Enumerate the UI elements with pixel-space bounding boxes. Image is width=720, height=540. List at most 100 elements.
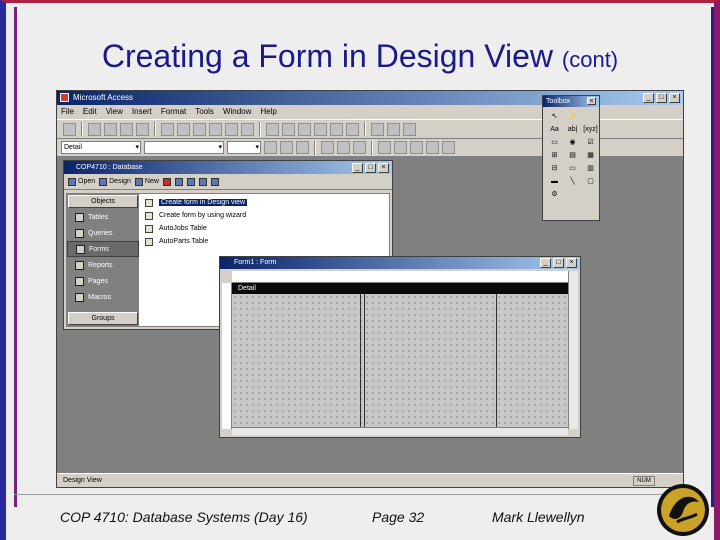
properties-icon[interactable] [330, 122, 343, 136]
list-box-icon[interactable]: ▤ [565, 150, 580, 161]
list-item-label: Create form in Design view [159, 199, 248, 206]
detail-section-label: Detail [238, 285, 256, 292]
save-icon[interactable] [88, 122, 101, 136]
toggle-button-icon[interactable]: ▭ [547, 137, 562, 148]
objects-bar: Objects Tables Queries Forms Reports Pag… [67, 194, 139, 326]
build-icon[interactable] [346, 122, 359, 136]
unbound-object-icon[interactable]: ▭ [565, 163, 580, 174]
menu-view[interactable]: View [106, 105, 123, 119]
more-controls-icon[interactable]: ⚙ [547, 189, 562, 200]
new-object-icon[interactable] [387, 122, 400, 136]
close-button[interactable]: × [566, 258, 577, 268]
select-objects-icon[interactable]: ↖ [547, 111, 562, 122]
list-item[interactable]: AutoParts Table [143, 235, 387, 248]
small-icons-button[interactable] [186, 177, 195, 186]
align-center-icon[interactable] [337, 141, 350, 154]
minimize-button[interactable]: _ [540, 258, 551, 268]
command-button-icon[interactable]: ▦ [583, 150, 598, 161]
objects-item-tables[interactable]: Tables [67, 209, 139, 225]
objects-item-queries[interactable]: Queries [67, 225, 139, 241]
detail-section-bar[interactable]: Detail [232, 283, 568, 294]
insert-hyperlink-icon[interactable] [241, 122, 254, 136]
maximize-button[interactable]: □ [365, 163, 376, 173]
objects-header[interactable]: Objects [68, 195, 138, 208]
maximize-button[interactable]: □ [553, 258, 564, 268]
close-button[interactable]: × [587, 97, 596, 105]
page-break-icon[interactable]: ▬ [547, 176, 562, 187]
print-preview-icon[interactable] [120, 122, 133, 136]
menu-tools[interactable]: Tools [195, 105, 214, 119]
object-combo[interactable]: Detail [61, 141, 141, 154]
database-window-icon[interactable] [371, 122, 384, 136]
objects-item-macros[interactable]: Macros [67, 289, 139, 305]
form-design-grid[interactable] [232, 294, 568, 429]
list-item[interactable]: Create form in Design view [143, 196, 387, 209]
line-icon[interactable]: ╲ [565, 176, 580, 187]
print-icon[interactable] [104, 122, 117, 136]
line-color-icon[interactable] [410, 141, 423, 154]
autoformat-icon[interactable] [298, 122, 311, 136]
toolbar-separator [154, 122, 156, 136]
line-width-icon[interactable] [426, 141, 439, 154]
help-icon[interactable] [403, 122, 416, 136]
maximize-button[interactable]: □ [656, 93, 667, 103]
objects-item-pages[interactable]: Pages [67, 273, 139, 289]
copy-icon[interactable] [177, 122, 190, 136]
menu-file[interactable]: File [61, 105, 74, 119]
option-button-icon[interactable]: ◉ [565, 137, 580, 148]
paste-icon[interactable] [193, 122, 206, 136]
menu-window[interactable]: Window [223, 105, 251, 119]
details-button[interactable] [210, 177, 219, 186]
menu-help[interactable]: Help [260, 105, 276, 119]
label-icon[interactable]: Aa [547, 124, 562, 135]
list-item[interactable]: Create form by using wizard [143, 209, 387, 222]
groups-button[interactable]: Groups [68, 312, 138, 325]
menu-format[interactable]: Format [161, 105, 186, 119]
fill-color-icon[interactable] [378, 141, 391, 154]
format-painter-icon[interactable] [209, 122, 222, 136]
form-window-title: Form1 : Form [234, 259, 277, 266]
image-icon[interactable]: ⊟ [547, 163, 562, 174]
list-item[interactable]: AutoJobs Table [143, 222, 387, 235]
align-left-icon[interactable] [321, 141, 334, 154]
menu-insert[interactable]: Insert [132, 105, 152, 119]
horizontal-scrollbar[interactable] [232, 427, 568, 435]
toolbar-separator [259, 122, 261, 136]
special-effect-icon[interactable] [442, 141, 455, 154]
control-wizards-icon[interactable]: ⚡ [565, 111, 580, 122]
option-group-icon[interactable]: [xyz] [583, 124, 598, 135]
list-button[interactable] [198, 177, 207, 186]
check-box-icon[interactable]: ☑ [583, 137, 598, 148]
undo-icon[interactable] [225, 122, 238, 136]
field-list-icon[interactable] [266, 122, 279, 136]
delete-button[interactable] [162, 177, 171, 186]
minimize-button[interactable]: _ [643, 93, 654, 103]
font-size-combo[interactable] [227, 141, 261, 154]
bold-icon[interactable] [264, 141, 277, 154]
combo-box-icon[interactable]: ⊞ [547, 150, 562, 161]
font-name-combo[interactable] [144, 141, 224, 154]
underline-icon[interactable] [296, 141, 309, 154]
text-box-icon[interactable]: ab| [565, 124, 580, 135]
spelling-icon[interactable] [136, 122, 149, 136]
close-button[interactable]: × [669, 93, 680, 103]
minimize-button[interactable]: _ [352, 163, 363, 173]
font-color-icon[interactable] [394, 141, 407, 154]
toolbox-icon[interactable] [282, 122, 295, 136]
rectangle-icon[interactable]: ▢ [583, 176, 598, 187]
align-right-icon[interactable] [353, 141, 366, 154]
vertical-scrollbar[interactable] [568, 271, 578, 429]
bound-object-icon[interactable]: ▥ [583, 163, 598, 174]
italic-icon[interactable] [280, 141, 293, 154]
design-button[interactable]: Design [99, 177, 131, 186]
menu-edit[interactable]: Edit [83, 105, 97, 119]
objects-item-forms[interactable]: Forms [67, 241, 139, 257]
cut-icon[interactable] [161, 122, 174, 136]
new-button[interactable]: New [134, 177, 159, 186]
open-button[interactable]: Open [68, 177, 95, 186]
view-icon[interactable] [63, 122, 76, 136]
code-icon[interactable] [314, 122, 327, 136]
close-button[interactable]: × [378, 163, 389, 173]
objects-item-reports[interactable]: Reports [67, 257, 139, 273]
large-icons-button[interactable] [174, 177, 183, 186]
